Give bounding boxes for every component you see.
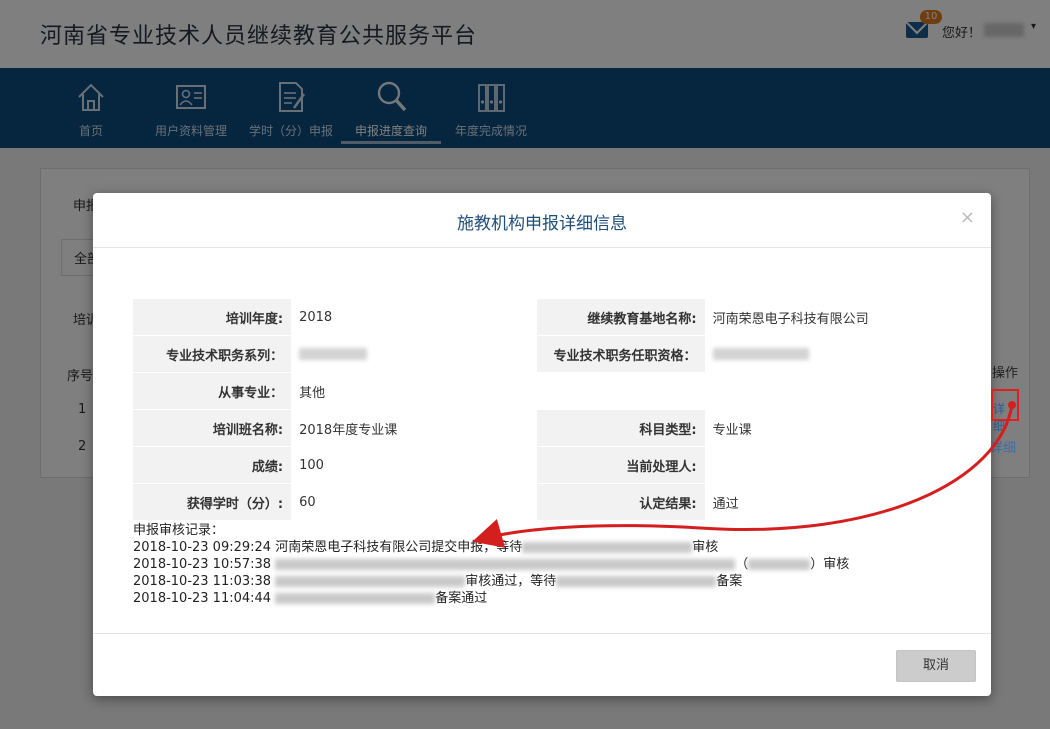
field-value: [704, 372, 951, 410]
table-row: 培训班名称: 2018年度专业课 科目类型: 专业课: [133, 409, 951, 447]
field-value: 河南荣恩电子科技有限公司: [704, 298, 951, 336]
field-label: 从事专业：: [133, 372, 292, 410]
redacted-text: [556, 576, 717, 587]
audit-text: 备案通过: [435, 591, 488, 606]
audit-text: ）审核: [810, 557, 850, 572]
table-row: 培训年度: 2018 继续教育基地名称: 河南荣恩电子科技有限公司: [133, 298, 951, 336]
field-label: 培训班名称:: [133, 409, 292, 447]
detail-link[interactable]: 详细: [990, 437, 1016, 456]
field-label: 认定结果:: [536, 483, 705, 521]
modal-title: 施教机构申报详细信息: [457, 214, 627, 234]
audit-entry: 2018-10-23 11:04:44 备案通过: [133, 590, 849, 607]
field-label: 培训年度:: [133, 298, 292, 336]
cancel-button[interactable]: 取消: [896, 650, 976, 682]
audit-entry: 2018-10-23 10:57:38 （ ）审核: [133, 556, 849, 573]
field-value: 通过: [704, 483, 951, 521]
audit-text: 备案: [716, 574, 743, 589]
field-label: 科目类型:: [536, 409, 705, 447]
field-value: 2018年度专业课: [291, 409, 537, 447]
audit-entry: 2018-10-23 11:03:38 审核通过，等待 备案: [133, 573, 849, 590]
field-label: 专业技术职务系列：: [133, 335, 292, 373]
field-value: [704, 446, 951, 484]
field-label: [536, 372, 705, 410]
redacted-text: [275, 559, 736, 570]
field-value: 其他: [291, 372, 537, 410]
redacted-text: [275, 593, 436, 604]
field-value: 专业课: [704, 409, 951, 447]
field-value: 60: [291, 483, 537, 521]
audit-title: 申报审核记录：: [133, 523, 225, 538]
audit-text: 审核通过，等待: [465, 574, 557, 589]
col-header-action: 操作: [992, 366, 1019, 381]
audit-time: 2018-10-23 10:57:38: [133, 557, 272, 572]
field-label: 获得学时（分）:: [133, 483, 292, 521]
field-label: 继续教育基地名称:: [536, 298, 705, 336]
field-value-redacted: [704, 335, 951, 373]
table-row: 从事专业： 其他: [133, 372, 951, 410]
detail-modal: 施教机构申报详细信息 × 培训年度: 2018 继续教育基地名称: 河南荣恩电子…: [93, 193, 991, 696]
table-row: 专业技术职务系列： 专业技术职务任职资格：: [133, 335, 951, 373]
annotation-highlight-box: [991, 389, 1019, 421]
audit-text: 河南荣恩电子科技有限公司提交申报，等待: [275, 540, 523, 555]
audit-text: 审核: [692, 540, 719, 555]
field-label: 专业技术职务任职资格：: [536, 335, 705, 373]
redacted-text: [275, 576, 466, 587]
redacted-text: [522, 542, 693, 553]
field-value-redacted: [291, 335, 537, 373]
audit-time: 2018-10-23 09:29:24: [133, 540, 272, 555]
field-label: 当前处理人:: [536, 446, 705, 484]
table-row: 获得学时（分）: 60 认定结果: 通过: [133, 483, 951, 521]
close-icon[interactable]: ×: [960, 207, 975, 228]
detail-table: 培训年度: 2018 继续教育基地名称: 河南荣恩电子科技有限公司 专业技术职务…: [133, 298, 951, 521]
audit-entry: 2018-10-23 09:29:24 河南荣恩电子科技有限公司提交申报，等待 审…: [133, 539, 849, 556]
audit-time: 2018-10-23 11:04:44: [133, 591, 272, 606]
field-value: 2018: [291, 298, 537, 336]
field-value: 100: [291, 446, 537, 484]
audit-log: 申报审核记录： 2018-10-23 09:29:24 河南荣恩电子科技有限公司…: [133, 522, 849, 607]
table-row: 成绩: 100 当前处理人:: [133, 446, 951, 484]
redacted-text: [748, 559, 811, 570]
field-label: 成绩:: [133, 446, 292, 484]
modal-header: 施教机构申报详细信息 ×: [93, 193, 991, 248]
audit-time: 2018-10-23 11:03:38: [133, 574, 272, 589]
audit-text: （: [735, 557, 749, 572]
modal-footer: 取消: [93, 633, 991, 696]
